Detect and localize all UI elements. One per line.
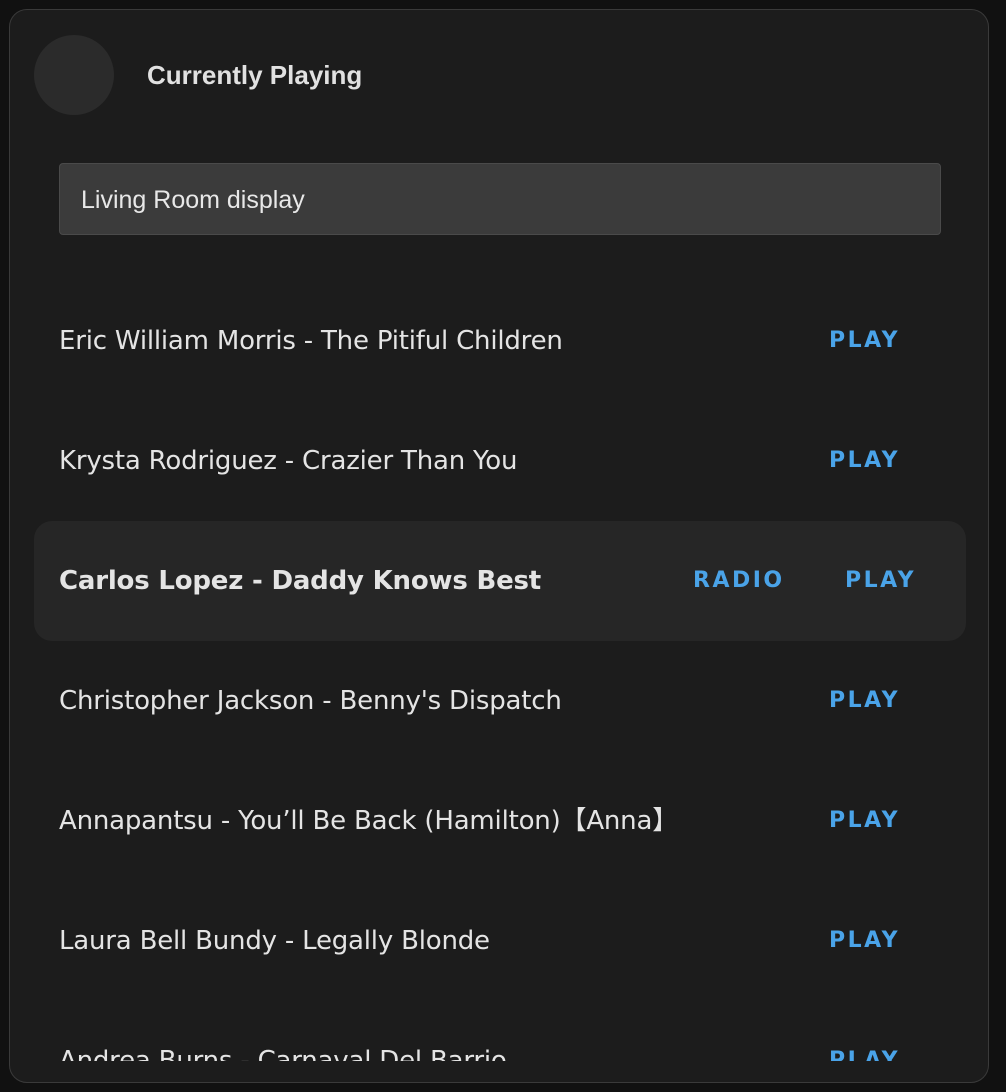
card-title: Currently Playing	[147, 60, 363, 90]
play-button[interactable]: PLAY	[829, 1043, 900, 1061]
playlist: Eric William Morris - The Pitiful Childr…	[34, 281, 966, 1061]
playlist-item[interactable]: Laura Bell Bundy - Legally Blonde PLAY	[34, 881, 966, 1001]
item-title: Christopher Jackson - Benny's Dispatch	[59, 686, 562, 716]
playlist-item-active[interactable]: Carlos Lopez - Daddy Knows Best RADIO PL…	[34, 521, 966, 641]
radio-button[interactable]: RADIO	[693, 563, 785, 599]
media-card: Currently Playing Living Room display Er…	[9, 9, 989, 1083]
card-header: Currently Playing	[10, 10, 988, 140]
item-title: Andrea Burns - Carnaval Del Barrio	[59, 1046, 507, 1061]
device-select[interactable]: Living Room display	[59, 163, 941, 235]
playlist-item[interactable]: Christopher Jackson - Benny's Dispatch P…	[34, 641, 966, 761]
device-select-value: Living Room display	[81, 186, 305, 214]
play-button[interactable]: PLAY	[829, 683, 900, 719]
play-button[interactable]: PLAY	[829, 803, 900, 839]
playlist-item[interactable]: Annapantsu - You’ll Be Back (Hamilton)【A…	[34, 761, 966, 881]
play-button[interactable]: PLAY	[845, 563, 916, 599]
item-title: Eric William Morris - The Pitiful Childr…	[59, 326, 563, 356]
item-title: Carlos Lopez - Daddy Knows Best	[59, 566, 542, 596]
item-title: Laura Bell Bundy - Legally Blonde	[59, 926, 490, 956]
play-button[interactable]: PLAY	[829, 443, 900, 479]
item-title: Krysta Rodriguez - Crazier Than You	[59, 446, 518, 476]
play-button[interactable]: PLAY	[829, 923, 900, 959]
item-title: Annapantsu - You’ll Be Back (Hamilton)【A…	[59, 806, 678, 836]
play-button[interactable]: PLAY	[829, 323, 900, 359]
media-artwork-placeholder	[34, 35, 114, 115]
playlist-item[interactable]: Eric William Morris - The Pitiful Childr…	[34, 281, 966, 401]
playlist-item[interactable]: Andrea Burns - Carnaval Del Barrio PLAY	[34, 1001, 966, 1061]
playlist-item[interactable]: Krysta Rodriguez - Crazier Than You PLAY	[34, 401, 966, 521]
